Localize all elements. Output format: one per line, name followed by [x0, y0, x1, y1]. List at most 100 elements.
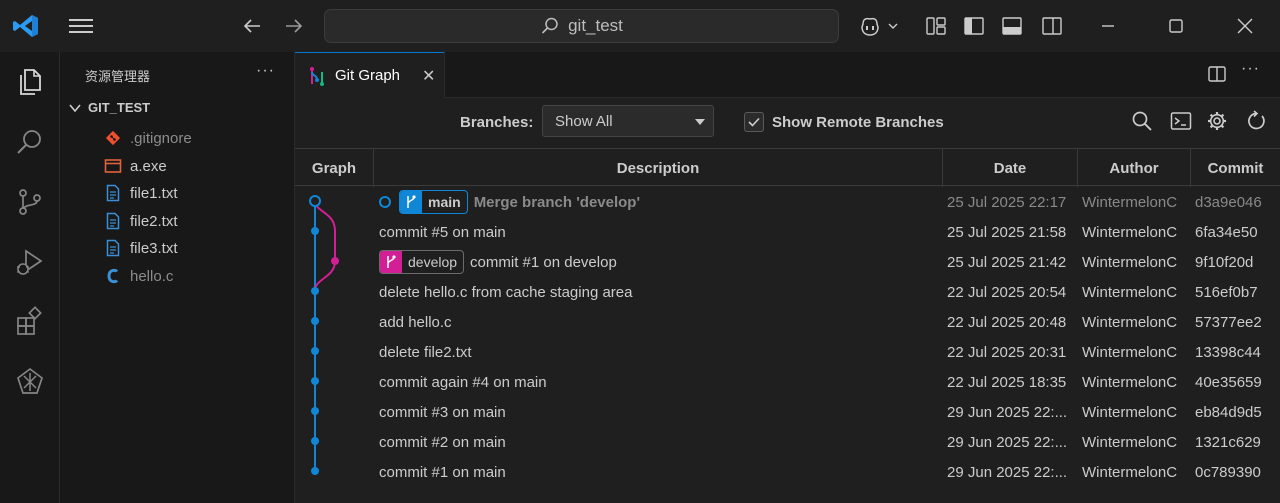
header-commit[interactable]: Commit — [1191, 149, 1280, 187]
row-commit-hash: 9f10f20d — [1195, 253, 1254, 271]
table-row[interactable]: delete file2.txt 22 Jul 2025 20:31 Winte… — [295, 337, 1280, 367]
chevron-down-icon — [69, 103, 81, 112]
git-icon — [104, 129, 122, 147]
row-description: commit #1 on main — [379, 463, 506, 481]
header-date[interactable]: Date — [943, 149, 1078, 187]
terminal-icon[interactable] — [1170, 110, 1192, 132]
branch-label-develop[interactable]: develop — [379, 250, 465, 274]
row-commit-hash: 6fa34e50 — [1195, 223, 1258, 241]
row-commit-hash: 57377ee2 — [1195, 313, 1262, 331]
header-graph[interactable]: Graph — [295, 149, 374, 187]
table-row[interactable]: commit #3 on main 29 Jun 2025 22:... Win… — [295, 397, 1280, 427]
table-row[interactable]: main Merge branch 'develop' 25 Jul 2025 … — [295, 187, 1280, 217]
sidebar-title: 资源管理器 — [85, 70, 151, 85]
table-row[interactable]: develop commit #1 on develop 25 Jul 2025… — [295, 247, 1280, 277]
row-date: 22 Jul 2025 20:31 — [947, 343, 1067, 361]
editor-more-actions[interactable]: ··· — [1241, 60, 1260, 78]
search-icon — [542, 17, 558, 34]
row-date: 29 Jun 2025 22:... — [947, 403, 1068, 421]
customize-layout-icon[interactable] — [924, 14, 948, 38]
branch-label-main[interactable]: main — [399, 190, 468, 214]
toggle-panel-icon[interactable] — [1000, 14, 1024, 38]
tab-label: Git Graph — [335, 67, 401, 84]
explorer-icon[interactable] — [14, 66, 46, 98]
row-author: WintermelonC — [1082, 373, 1178, 391]
settings-gear-icon[interactable] — [1206, 110, 1228, 132]
tab-close-button[interactable]: ✕ — [422, 66, 435, 86]
head-indicator-icon — [379, 196, 391, 208]
row-author: WintermelonC — [1082, 283, 1178, 301]
close-window-icon[interactable] — [1233, 14, 1257, 38]
file-label: .gitignore — [130, 129, 192, 147]
file-item-file3[interactable]: file3.txt — [104, 236, 178, 260]
table-row[interactable]: add hello.c 22 Jul 2025 20:48 Wintermelo… — [295, 307, 1280, 337]
git-graph-table: Graph Description Date Author Commit mai… — [295, 148, 1280, 503]
file-label: hello.c — [130, 267, 174, 285]
row-date: 22 Jul 2025 20:48 — [947, 313, 1067, 331]
run-debug-icon[interactable] — [14, 246, 46, 278]
row-description: commit #5 on main — [379, 223, 506, 241]
editor-tabs-bar: Git Graph ✕ ··· — [295, 52, 1280, 98]
table-row[interactable]: commit again #4 on main 22 Jul 2025 18:3… — [295, 367, 1280, 397]
file-label: file1.txt — [130, 184, 178, 202]
window-icon — [104, 157, 122, 175]
maximize-icon[interactable] — [1164, 14, 1188, 38]
copilot-icon[interactable] — [858, 14, 902, 38]
file-item-file1[interactable]: file1.txt — [104, 181, 178, 205]
text-file-icon — [104, 239, 122, 257]
hamburger-menu-icon[interactable] — [66, 14, 96, 38]
toggle-secondary-sidebar-icon[interactable] — [1040, 14, 1064, 38]
row-author: WintermelonC — [1082, 193, 1178, 211]
find-icon[interactable] — [1131, 110, 1153, 132]
row-commit-hash: d3a9e046 — [1195, 193, 1262, 211]
file-label: file2.txt — [130, 212, 178, 230]
extensions-icon[interactable] — [14, 306, 46, 338]
row-date: 22 Jul 2025 20:54 — [947, 283, 1067, 301]
file-item-hello-c[interactable]: hello.c — [104, 264, 173, 288]
search-view-icon[interactable] — [14, 126, 46, 158]
row-commit-hash: 1321c629 — [1195, 433, 1261, 451]
row-description: commit #3 on main — [379, 403, 506, 421]
text-file-icon — [104, 212, 122, 230]
row-date: 29 Jun 2025 22:... — [947, 463, 1068, 481]
refresh-icon[interactable] — [1245, 110, 1267, 132]
row-commit-hash: 40e35659 — [1195, 373, 1262, 391]
row-description: commit #2 on main — [379, 433, 506, 451]
row-author: WintermelonC — [1082, 253, 1178, 271]
file-item-file2[interactable]: file2.txt — [104, 209, 178, 233]
file-label: a.exe — [130, 157, 167, 175]
folder-git-test[interactable]: GIT_TEST — [68, 100, 150, 115]
header-description[interactable]: Description — [374, 149, 943, 187]
row-date: 25 Jul 2025 21:58 — [947, 223, 1067, 241]
checkmark-icon — [748, 117, 760, 127]
branches-dropdown[interactable]: Show All — [542, 105, 714, 137]
row-date: 29 Jun 2025 22:... — [947, 433, 1068, 451]
show-remote-branches-checkbox[interactable] — [744, 112, 764, 132]
tab-git-graph[interactable]: Git Graph ✕ — [295, 52, 445, 98]
git-graph-activity-icon[interactable] — [14, 366, 46, 398]
row-date: 22 Jul 2025 18:35 — [947, 373, 1067, 391]
forward-arrow-icon[interactable] — [280, 14, 306, 38]
row-commit-hash: 13398c44 — [1195, 343, 1261, 361]
table-row[interactable]: commit #5 on main 25 Jul 2025 21:58 Wint… — [295, 217, 1280, 247]
toggle-primary-sidebar-icon[interactable] — [962, 14, 986, 38]
row-commit-hash: eb84d9d5 — [1195, 403, 1262, 421]
row-description: main Merge branch 'develop' — [379, 187, 939, 217]
row-author: WintermelonC — [1082, 403, 1178, 421]
source-control-icon[interactable] — [14, 186, 46, 218]
minimize-icon[interactable] — [1096, 14, 1120, 38]
row-date: 25 Jul 2025 22:17 — [947, 193, 1067, 211]
table-row[interactable]: delete hello.c from cache staging area 2… — [295, 277, 1280, 307]
sidebar-more-actions[interactable]: ··· — [256, 62, 278, 82]
file-item-a-exe[interactable]: a.exe — [104, 154, 167, 178]
file-item-gitignore[interactable]: .gitignore — [104, 126, 192, 150]
back-arrow-icon[interactable] — [240, 14, 266, 38]
split-editor-icon[interactable] — [1207, 64, 1227, 84]
row-author: WintermelonC — [1082, 433, 1178, 451]
command-center-search[interactable]: git_test — [324, 9, 839, 43]
vscode-logo-icon — [13, 15, 38, 37]
header-author[interactable]: Author — [1078, 149, 1191, 187]
branches-dropdown-value: Show All — [555, 112, 613, 130]
table-row[interactable]: commit #1 on main 29 Jun 2025 22:... Win… — [295, 457, 1280, 487]
table-row[interactable]: commit #2 on main 29 Jun 2025 22:... Win… — [295, 427, 1280, 457]
